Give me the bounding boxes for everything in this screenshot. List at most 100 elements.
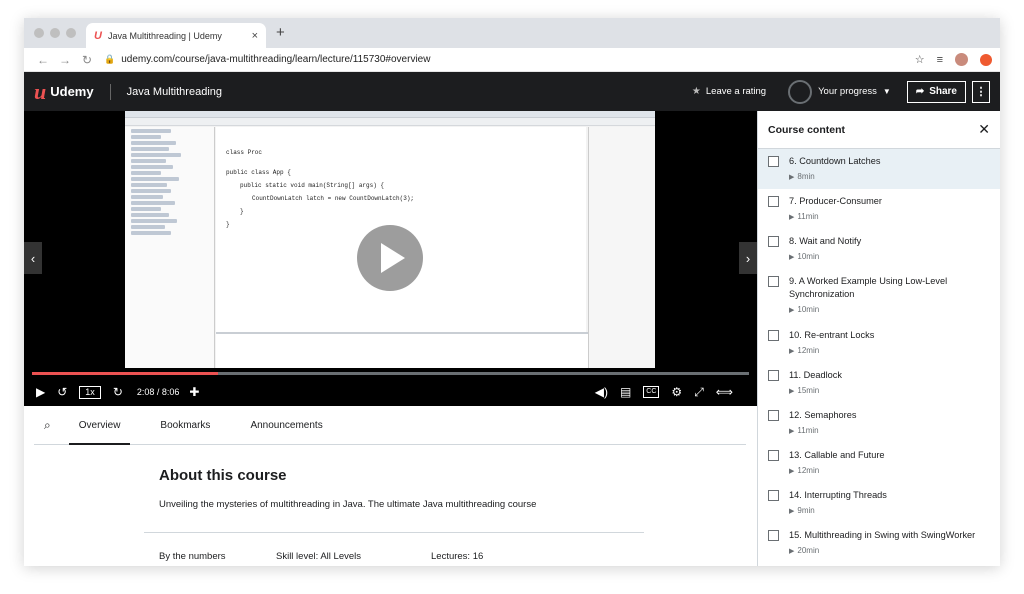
lecture-duration: 11min [797, 212, 819, 221]
lecture-item[interactable]: 14. Interrupting Threads ▶ 9min [758, 483, 1000, 523]
lecture-checkbox[interactable] [768, 490, 779, 501]
lecture-checkbox[interactable] [768, 450, 779, 461]
url-field[interactable]: udemy.com/course/java-multithreading/lea… [121, 54, 902, 65]
course-title[interactable]: Java Multithreading [127, 86, 222, 98]
by-numbers-label: By the numbers [159, 551, 226, 562]
lecture-title: 14. Interrupting Threads [789, 490, 887, 500]
video-progress-fill [32, 372, 219, 375]
media-queue-icon[interactable]: ≡ [937, 54, 943, 66]
lecture-item[interactable]: 12. Semaphores ▶ 11min [758, 403, 1000, 443]
captions-button[interactable]: CC [643, 386, 660, 398]
browser-tabbar: U Java Multithreading | Udemy × + [24, 18, 1000, 48]
play-circle-icon: ▶ [789, 173, 795, 181]
code-line: } [240, 208, 244, 215]
search-icon[interactable]: ⌕ [44, 418, 51, 433]
lecture-item[interactable]: 11. Deadlock ▶ 15min [758, 363, 1000, 403]
lecture-checkbox[interactable] [768, 156, 779, 167]
ide-outline-panel [588, 127, 655, 368]
next-lecture-button[interactable]: › [739, 242, 757, 274]
course-stats: By the numbers Skill level: All Levels L… [159, 551, 483, 562]
bookmark-add-icon[interactable]: ✚ [189, 385, 199, 399]
close-window-button[interactable] [34, 28, 44, 38]
lecture-title: 10. Re-entrant Locks [789, 330, 875, 340]
your-progress-button[interactable]: Your progress ▼ [788, 79, 891, 104]
lecture-item[interactable]: 7. Producer-Consumer ▶ 11min [758, 189, 1000, 229]
previous-lecture-button[interactable]: ‹ [24, 242, 42, 274]
lecture-checkbox[interactable] [768, 370, 779, 381]
lecture-item[interactable]: 10. Re-entrant Locks ▶ 12min [758, 323, 1000, 363]
theater-mode-icon[interactable]: ⟺ [716, 385, 733, 399]
tab-announcements[interactable]: Announcements [240, 406, 332, 445]
fullscreen-icon[interactable]: ⤢ [694, 385, 704, 400]
about-title: About this course [159, 467, 287, 484]
lecture-title: 12. Semaphores [789, 410, 857, 420]
tab-overview[interactable]: Overview [68, 406, 131, 445]
skill-level: Skill level: All Levels [276, 551, 362, 562]
lecture-item[interactable]: 6. Countdown Latches ▶ 8min [758, 149, 1000, 189]
maximize-window-button[interactable] [66, 28, 76, 38]
lecture-checkbox[interactable] [768, 236, 779, 247]
profile-avatar[interactable] [955, 53, 968, 66]
volume-icon[interactable]: ◀) [595, 385, 608, 399]
new-tab-button[interactable]: + [276, 24, 285, 41]
chevron-down-icon: ▼ [882, 87, 891, 96]
lock-icon[interactable]: 🔒 [104, 54, 115, 65]
play-icon[interactable]: ▶ [36, 385, 45, 399]
settings-gear-icon[interactable]: ⚙ [671, 385, 682, 399]
play-circle-icon: ▶ [789, 213, 795, 221]
lecture-checkbox[interactable] [768, 196, 779, 207]
ide-package-explorer [125, 127, 215, 368]
lecture-item[interactable]: 9. A Worked Example Using Low-Level Sync… [758, 269, 1000, 323]
forward-arrow-icon[interactable]: → [54, 53, 76, 67]
play-circle-icon: ▶ [789, 306, 795, 314]
play-circle-icon: ▶ [789, 547, 795, 555]
video-controls: ▶ ↺ 1x ↻ 2:08 / 8:06 ✚ ◀) ▤ CC ⚙ ⤢ ⟺ [24, 381, 757, 403]
extension-icon[interactable] [980, 53, 992, 66]
udemy-logo[interactable]: u Udemy [34, 79, 94, 105]
lecture-title: 13. Callable and Future [789, 450, 885, 460]
play-circle-icon: ▶ [789, 467, 795, 475]
bookmark-star-icon[interactable]: ☆ [915, 53, 925, 66]
lecture-item[interactable]: 15. Multithreading in Swing with SwingWo… [758, 523, 1000, 563]
tab-bookmarks[interactable]: Bookmarks [150, 406, 220, 445]
lecture-item[interactable]: 8. Wait and Notify ▶ 10min [758, 229, 1000, 269]
close-icon[interactable]: ✕ [978, 121, 990, 138]
course-header: u Udemy Java Multithreading ★ Leave a ra… [24, 72, 1000, 111]
leave-rating-button[interactable]: ★ Leave a rating [692, 86, 766, 97]
lecture-duration: 12min [797, 346, 820, 355]
rewind-icon[interactable]: ↺ [57, 385, 67, 399]
video-scrubber[interactable] [32, 372, 749, 375]
udemy-logo-mark-icon: u [34, 78, 47, 104]
back-arrow-icon[interactable]: ← [32, 53, 54, 67]
minimize-window-button[interactable] [50, 28, 60, 38]
browser-tab[interactable]: U Java Multithreading | Udemy × [86, 23, 266, 48]
lecture-checkbox[interactable] [768, 276, 779, 287]
course-content-sidebar: Course content ✕ 6. Countdown Latches ▶ 8… [757, 111, 1000, 566]
lecture-checkbox[interactable] [768, 410, 779, 421]
lecture-title: 8. Wait and Notify [789, 236, 862, 246]
code-line: public static void main(String[] args) { [240, 182, 385, 189]
lecture-item[interactable]: 13. Callable and Future ▶ 12min [758, 443, 1000, 483]
transcript-icon[interactable]: ▤ [620, 385, 631, 399]
tab-title: Java Multithreading | Udemy [107, 30, 222, 41]
sidebar-title: Course content [768, 123, 846, 136]
close-tab-icon[interactable]: × [252, 30, 258, 42]
play-circle-icon: ▶ [789, 347, 795, 355]
divider [144, 532, 644, 533]
lecture-count: Lectures: 16 [431, 551, 484, 562]
play-button[interactable] [357, 225, 423, 291]
code-line: } [226, 221, 230, 228]
video-time: 2:08 / 8:06 [136, 387, 180, 397]
address-bar: ← → ↻ 🔒 udemy.com/course/java-multithrea… [24, 48, 1000, 72]
forward-icon[interactable]: ↻ [113, 385, 123, 399]
playback-speed-button[interactable]: 1x [79, 385, 101, 399]
browser-window: U Java Multithreading | Udemy × + ← → ↻ … [24, 18, 1000, 566]
lecture-checkbox[interactable] [768, 330, 779, 341]
share-button[interactable]: ➦ Share [906, 80, 966, 103]
lecture-checkbox[interactable] [768, 530, 779, 541]
reload-icon[interactable]: ↻ [76, 53, 98, 67]
more-options-button[interactable]: ⋮ [972, 80, 990, 103]
lecture-title: 11. Deadlock [789, 370, 842, 380]
progress-ring-icon [788, 79, 813, 104]
video-player[interactable]: class Proc public class App { public sta… [24, 111, 757, 406]
